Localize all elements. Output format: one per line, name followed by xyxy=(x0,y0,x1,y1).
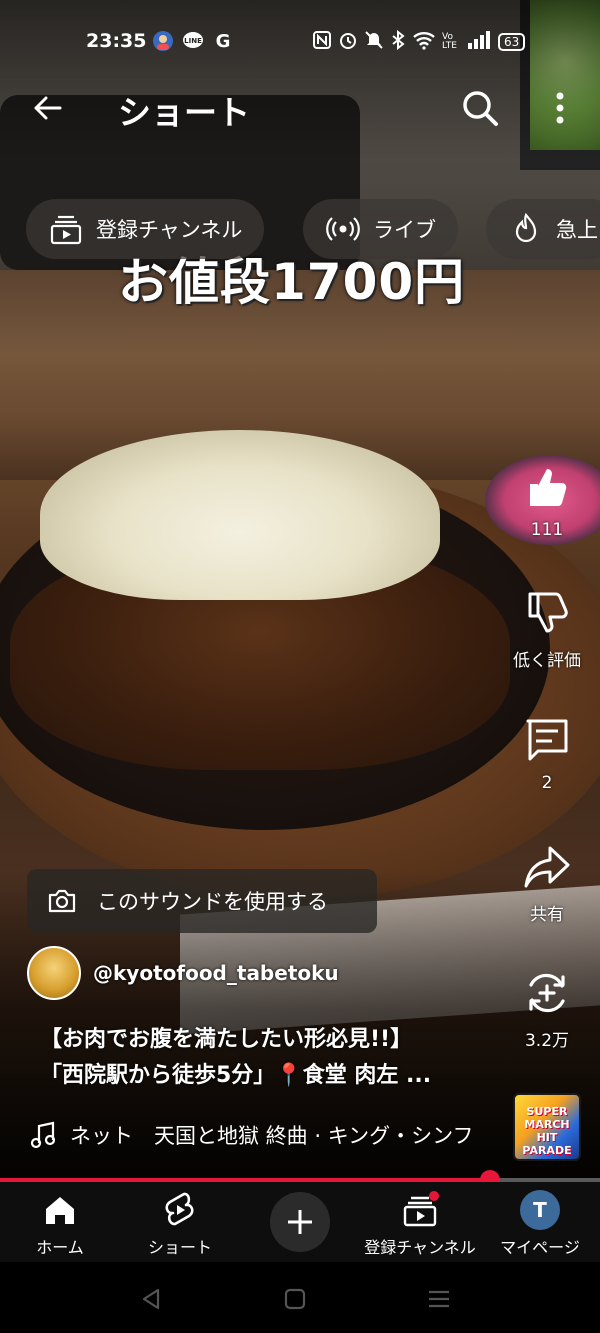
top-app-bar: ショート xyxy=(0,80,600,136)
svg-text:G: G xyxy=(216,31,231,52)
system-navigation-bar xyxy=(0,1262,600,1333)
arrow-back-icon xyxy=(34,96,62,120)
create-button[interactable] xyxy=(270,1192,330,1252)
use-sound-label: このサウンドを使用する xyxy=(97,890,328,914)
line-icon: LINE xyxy=(182,30,204,52)
nav-shorts[interactable]: ショート xyxy=(120,1190,240,1258)
trending-icon xyxy=(515,212,537,243)
channel-avatar[interactable] xyxy=(27,946,81,1000)
chip-subscriptions[interactable]: 登録チャンネル xyxy=(26,199,265,259)
music-title: ネット 天国と地獄 終曲 · キング・シンフ xyxy=(70,1124,474,1148)
nav-you[interactable]: T マイページ xyxy=(480,1190,600,1258)
comments-button[interactable]: 2 xyxy=(504,715,590,793)
share-icon xyxy=(524,846,570,888)
nav-label: マイページ xyxy=(500,1238,580,1257)
alarm-icon xyxy=(338,30,358,54)
subscriptions-icon xyxy=(403,1191,439,1227)
mute-icon xyxy=(364,30,384,54)
video-description[interactable]: 【お肉でお腹を満たしたい形必見!!】 「西院駅から徒歩5分」📍食堂 肉左 ... xyxy=(40,1022,490,1094)
remix-button[interactable]: 3.2万 xyxy=(504,968,590,1051)
channel-row: @kyotofood_tabetoku xyxy=(27,946,339,1000)
status-bar: 23:35 LINE G Vo LTE 63 xyxy=(0,22,600,62)
sound-album-art[interactable]: SUPER MARCH HIT PARADE xyxy=(513,1093,581,1161)
nav-label: ホーム xyxy=(36,1238,84,1257)
thumb-up-icon xyxy=(530,469,567,506)
volte-icon: Vo LTE xyxy=(442,32,457,51)
google-icon: G xyxy=(212,30,234,52)
system-back-icon[interactable] xyxy=(136,1284,166,1314)
nav-home[interactable]: ホーム xyxy=(0,1190,120,1258)
chip-label: 登録チャンネル xyxy=(96,218,243,242)
status-time: 23:35 xyxy=(86,30,147,52)
chip-live[interactable]: ライブ xyxy=(303,199,458,259)
home-icon xyxy=(46,1197,74,1224)
nav-label: ショート xyxy=(147,1238,212,1257)
account-avatar: T xyxy=(520,1190,560,1230)
like-button[interactable]: 111 xyxy=(504,462,590,540)
live-icon xyxy=(326,217,360,241)
more-options-button[interactable] xyxy=(542,86,578,130)
chip-label: 急上 xyxy=(556,218,598,242)
description-line: 「西院駅から徒歩5分」📍食堂 肉左 ... xyxy=(40,1063,432,1088)
like-count: 111 xyxy=(530,520,564,540)
share-button[interactable]: 共有 xyxy=(504,842,590,925)
battery-indicator: 63 xyxy=(498,33,526,51)
nav-label: 登録チャンネル xyxy=(364,1238,476,1257)
chip-label: ライブ xyxy=(373,218,436,242)
music-note-icon xyxy=(30,1121,56,1149)
feed-filter-chips: 登録チャンネル ライブ 急上 xyxy=(26,199,600,259)
remix-count: 3.2万 xyxy=(524,1031,570,1051)
shorts-icon xyxy=(165,1192,194,1226)
use-this-sound-button[interactable]: このサウンドを使用する xyxy=(27,869,377,933)
signal-icon xyxy=(466,30,492,54)
video-cabbage xyxy=(40,430,440,600)
search-button[interactable] xyxy=(458,86,502,130)
system-recents-icon[interactable] xyxy=(424,1284,454,1314)
subscriptions-icon xyxy=(50,215,82,245)
more-vertical-icon xyxy=(556,92,564,124)
description-line: 【お肉でお腹を満たしたい形必見!!】 xyxy=(40,1027,413,1052)
avatar-notification-icon xyxy=(152,30,174,52)
camera-icon xyxy=(48,889,76,913)
music-credit[interactable]: ネット 天国と地獄 終曲 · キング・シンフ xyxy=(30,1120,500,1150)
back-button[interactable] xyxy=(28,88,68,128)
nav-subscriptions[interactable]: 登録チャンネル xyxy=(360,1190,480,1258)
system-home-icon[interactable] xyxy=(280,1284,310,1314)
dislike-label: 低く評価 xyxy=(513,651,581,671)
nfc-icon xyxy=(312,30,332,54)
channel-handle[interactable]: @kyotofood_tabetoku xyxy=(93,961,339,985)
search-icon xyxy=(463,91,498,126)
comment-icon xyxy=(526,719,568,761)
thumb-down-icon xyxy=(528,592,568,633)
dislike-button[interactable]: 低く評価 xyxy=(504,588,590,671)
remix-icon xyxy=(529,973,565,1013)
comment-count: 2 xyxy=(541,773,553,793)
plus-icon xyxy=(288,1210,312,1234)
wifi-icon xyxy=(412,30,436,54)
bottom-navigation: ホーム ショート 登録チャンネル T マイページ xyxy=(0,1182,600,1262)
page-title: ショート xyxy=(118,93,250,132)
share-label: 共有 xyxy=(530,905,564,925)
svg-text:LINE: LINE xyxy=(184,37,202,45)
bluetooth-icon xyxy=(390,29,406,54)
chip-trending[interactable]: 急上 xyxy=(486,199,600,259)
